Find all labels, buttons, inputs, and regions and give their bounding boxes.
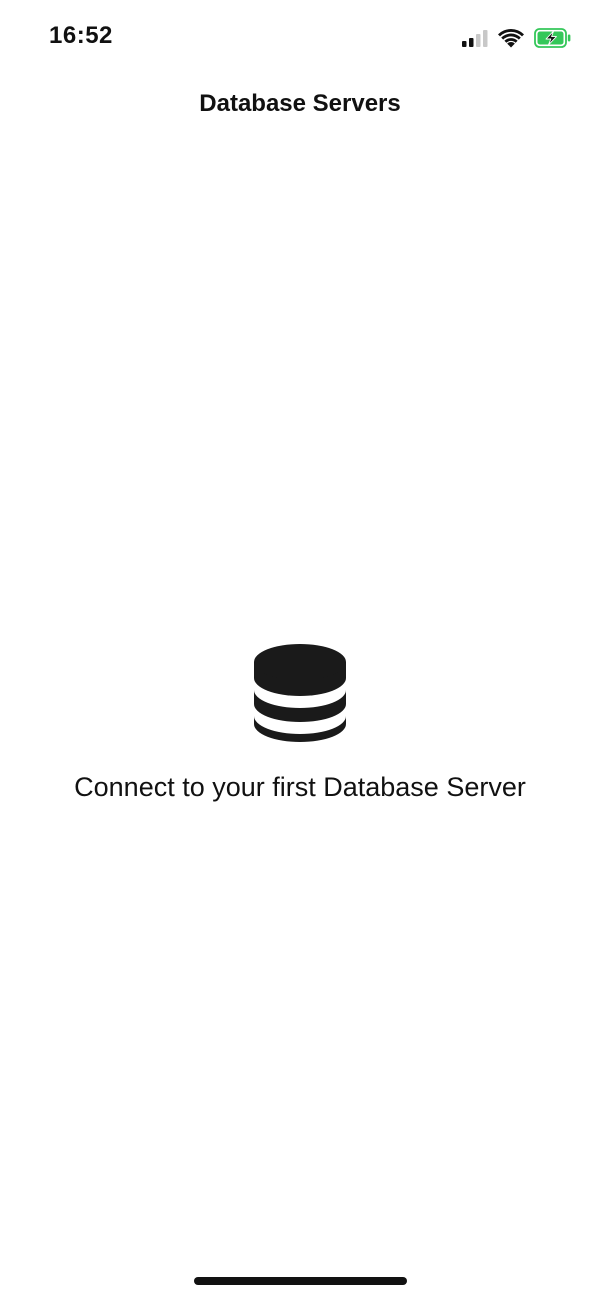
battery-charging-icon <box>534 28 571 48</box>
cellular-signal-icon <box>462 30 488 47</box>
home-indicator[interactable] <box>194 1277 407 1285</box>
database-icon <box>254 644 346 742</box>
status-time: 16:52 <box>49 22 113 49</box>
status-bar: 16:52 <box>0 0 600 80</box>
wifi-icon <box>498 28 524 47</box>
status-icons <box>462 25 572 51</box>
empty-state-message: Connect to your first Database Server <box>74 772 526 802</box>
empty-state: Connect to your first Database Server <box>0 640 600 803</box>
page-title: Database Servers <box>199 90 401 117</box>
